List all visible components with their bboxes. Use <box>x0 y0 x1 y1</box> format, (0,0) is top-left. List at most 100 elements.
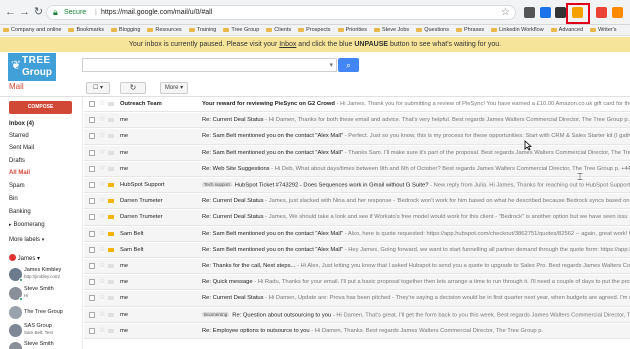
importance-marker-icon[interactable] <box>108 102 114 106</box>
importance-marker-icon[interactable] <box>108 183 114 187</box>
email-row[interactable]: ☆ me Re: Thanks for the call, Next steps..… <box>84 259 630 275</box>
search-input[interactable]: ▾ <box>82 58 337 72</box>
compose-button[interactable]: COMPOSE <box>9 101 72 114</box>
extension-icon[interactable] <box>540 7 551 18</box>
bookmark-item[interactable]: Blogging <box>108 25 144 33</box>
email-row[interactable]: ☆ me Re: Sam Belt mentioned you on the con… <box>84 145 630 161</box>
email-row[interactable]: ☆ Outreach Team Your reward for reviewing … <box>84 97 630 113</box>
sidebar-item-boomerang[interactable]: ▸ Boomerang <box>9 222 45 228</box>
arrow-right-icon[interactable]: → <box>18 6 31 19</box>
extension-icon[interactable] <box>524 7 535 18</box>
star-icon[interactable]: ☆ <box>99 148 105 156</box>
email-row[interactable]: ☆ me Re: Current Deal Status - Hi Damen, T… <box>84 113 630 129</box>
sidebar-item-spam[interactable]: Spam <box>9 183 25 189</box>
importance-marker-icon[interactable] <box>108 247 114 252</box>
star-icon[interactable]: ☆ <box>99 180 105 188</box>
importance-marker-icon[interactable] <box>108 150 114 155</box>
chat-contact[interactable]: Steve Smith <box>9 341 71 349</box>
email-row[interactable]: ☆ me Re: Web Site Suggestions - Hi Deb, Wh… <box>84 161 630 177</box>
importance-marker-icon[interactable] <box>108 264 114 268</box>
importance-marker-icon[interactable] <box>108 328 114 333</box>
mail-label[interactable]: Mail <box>9 82 24 91</box>
star-icon[interactable]: ☆ <box>99 326 105 334</box>
importance-marker-icon[interactable] <box>108 215 114 220</box>
sidebar-item-bin[interactable]: Bin <box>9 196 18 202</box>
label-tag[interactable]: Boomerang <box>202 311 230 317</box>
star-icon[interactable]: ☆ <box>99 277 105 285</box>
rss-extension-icon[interactable] <box>612 7 623 18</box>
star-icon[interactable]: ☆ <box>99 99 105 107</box>
bookmark-item[interactable]: Linkedin Workflow <box>488 25 548 33</box>
star-icon[interactable]: ☆ <box>99 196 105 204</box>
importance-marker-icon[interactable] <box>108 312 114 317</box>
bookmark-item[interactable]: Priorities <box>335 25 371 33</box>
arrow-left-icon[interactable]: ← <box>4 6 17 19</box>
importance-marker-icon[interactable] <box>108 134 114 139</box>
address-bar[interactable]: 🔒︎ Secure | https://mail.google.com/mail… <box>46 5 516 20</box>
sidebar-item-drafts[interactable]: Drafts <box>9 158 25 164</box>
extension-icon[interactable] <box>596 7 607 18</box>
email-row[interactable]: ☆ Darren Trumeter Re: Current Deal Status … <box>84 194 630 210</box>
sidebar-item-all-mail[interactable]: All Mail <box>9 170 30 176</box>
select-checkbox-button[interactable]: ☐ ▾ <box>86 82 110 94</box>
star-icon[interactable]: ☆ <box>99 229 105 237</box>
sidebar-item-starred[interactable]: Starred <box>9 133 29 139</box>
star-icon[interactable]: ☆ <box>99 310 105 318</box>
chat-user[interactable]: James ▾ <box>9 254 40 262</box>
row-checkbox[interactable] <box>89 101 95 107</box>
star-icon[interactable]: ☆ <box>99 293 105 301</box>
bookmark-item[interactable]: Questions <box>413 25 453 33</box>
email-row[interactable]: ☆ me Re: Current Deal Status - Hi Damen, U… <box>84 291 630 307</box>
email-row[interactable]: ☆ me Re: Quick message - Hi Radu, Thanks f… <box>84 275 630 291</box>
email-row[interactable]: ☆ HubSpot Support Tech support HubSpot Tick… <box>84 178 630 194</box>
importance-marker-icon[interactable] <box>108 280 114 285</box>
bookmark-item[interactable]: Advanced <box>548 25 587 33</box>
importance-marker-icon[interactable] <box>108 166 114 171</box>
email-row[interactable]: ☆ me Re: Employee options to outsource to … <box>84 323 630 339</box>
inbox-link[interactable]: Inbox <box>279 41 296 48</box>
row-checkbox[interactable] <box>89 117 95 124</box>
bookmark-item[interactable]: Prospects <box>295 25 334 33</box>
chat-contact[interactable]: James Kimbley http://jimbley.com/ <box>9 267 71 285</box>
bookmark-item[interactable]: Writer's <box>587 25 620 33</box>
importance-marker-icon[interactable] <box>108 231 114 236</box>
bookmark-item[interactable]: Company and online <box>0 25 65 33</box>
sidebar-item-more-labels[interactable]: More labels ▾ <box>9 237 46 243</box>
bookmark-item[interactable]: Clients <box>263 25 295 33</box>
sidebar-item-sent-mail[interactable]: Sent Mail <box>9 145 34 151</box>
star-icon[interactable]: ☆ <box>99 212 105 220</box>
more-button[interactable]: More ▾ <box>160 82 188 94</box>
row-checkbox[interactable] <box>89 295 95 302</box>
bookmark-item[interactable]: Steve Jobs <box>371 25 413 33</box>
star-icon[interactable]: ☆ <box>99 245 105 253</box>
chevron-down-icon[interactable]: ▾ <box>329 61 333 69</box>
sidebar-item-banking[interactable]: Banking <box>9 209 31 215</box>
importance-marker-icon[interactable] <box>108 199 114 204</box>
email-row[interactable]: ☆ Sam Belt Re: Sam Belt mentioned you on t… <box>84 226 630 242</box>
star-icon[interactable]: ☆ <box>99 164 105 172</box>
email-row[interactable]: ☆ me Boomerang Re: Question about outsourci… <box>84 307 630 323</box>
refresh-button[interactable]: ↻ <box>120 82 146 94</box>
reload-icon[interactable]: ↻ <box>32 6 45 19</box>
row-checkbox[interactable] <box>89 246 95 253</box>
row-checkbox[interactable] <box>89 214 95 221</box>
star-icon[interactable]: ☆ <box>501 7 510 18</box>
chat-contact[interactable]: The Tree Group <box>9 305 71 323</box>
row-checkbox[interactable] <box>89 327 95 334</box>
row-checkbox[interactable] <box>89 182 95 188</box>
label-tag[interactable]: Tech support <box>202 182 232 187</box>
bookmark-item[interactable]: Training <box>186 25 221 33</box>
bookmark-item[interactable]: Resources <box>144 25 185 33</box>
row-checkbox[interactable] <box>89 149 95 156</box>
sidebar-item-inbox[interactable]: Inbox (4) <box>9 121 34 127</box>
row-checkbox[interactable] <box>89 198 95 205</box>
star-icon[interactable]: ☆ <box>99 261 105 269</box>
extension-icon[interactable] <box>555 7 566 18</box>
chat-contact[interactable]: Steve Smith Hi <box>9 286 71 304</box>
row-checkbox[interactable] <box>89 311 95 318</box>
row-checkbox[interactable] <box>89 133 95 140</box>
star-icon[interactable]: ☆ <box>99 131 105 139</box>
bookmark-item[interactable]: Phrases <box>453 25 488 33</box>
bookmark-item[interactable]: Bookmarks <box>65 25 108 33</box>
importance-marker-icon[interactable] <box>108 296 114 301</box>
